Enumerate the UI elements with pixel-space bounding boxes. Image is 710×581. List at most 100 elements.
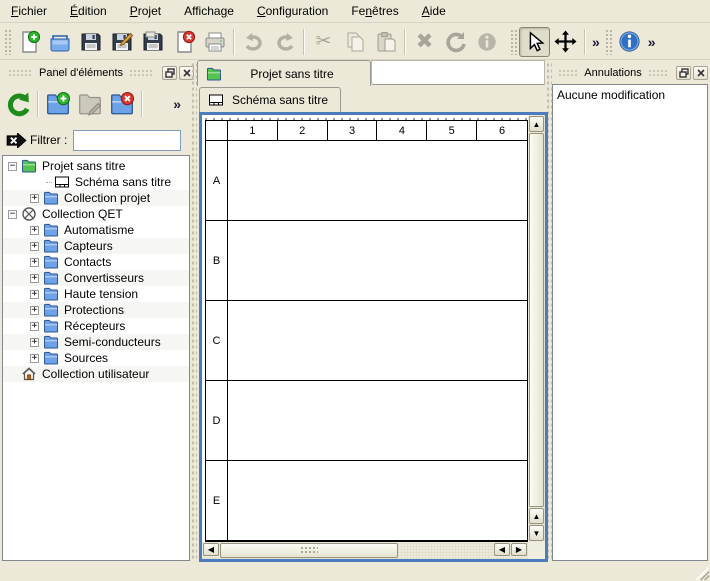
menu-fenetres[interactable]: Fenêtres xyxy=(344,2,405,20)
expand-toggle[interactable]: + xyxy=(30,274,39,283)
save-all-icon xyxy=(141,30,165,54)
elements-panel-titlebar[interactable]: Panel d'éléments xyxy=(2,63,194,82)
menu-configuration[interactable]: Configuration xyxy=(250,2,335,20)
diagram-view[interactable]: 1 2 3 4 5 6 A B C D E ▲ ▲ ▼ ◀ ◀ ▶ xyxy=(199,112,548,562)
expand-toggle[interactable]: + xyxy=(30,306,39,315)
open-project-button[interactable] xyxy=(44,27,75,57)
print-button[interactable] xyxy=(199,27,230,57)
tree-item-capteurs[interactable]: + Capteurs xyxy=(3,238,189,254)
menu-affichage[interactable]: Affichage xyxy=(177,2,241,20)
undo-panel-title: Annulations xyxy=(584,67,642,79)
edit-element-button[interactable] xyxy=(75,89,105,119)
menu-edition[interactable]: Édition xyxy=(63,2,114,20)
filter-bar: Filtrer : xyxy=(2,127,192,153)
expand-toggle[interactable]: + xyxy=(30,226,39,235)
clear-filter-button[interactable] xyxy=(3,125,29,155)
close-panel-button[interactable] xyxy=(693,66,708,80)
schema-tab[interactable]: Schéma sans titre xyxy=(199,87,341,112)
expand-toggle[interactable]: + xyxy=(30,242,39,251)
save-as-button[interactable] xyxy=(106,27,137,57)
tree-item-protections[interactable]: + Protections xyxy=(3,302,189,318)
float-panel-button[interactable] xyxy=(676,66,691,80)
toolbar-drag-handle[interactable] xyxy=(4,29,11,55)
tree-item-collection-utilisateur[interactable]: Collection utilisateur xyxy=(3,366,189,382)
tree-item-convertisseurs[interactable]: + Convertisseurs xyxy=(3,270,189,286)
undo-panel-titlebar[interactable]: Annulations xyxy=(552,63,708,82)
toolbar-overflow-chevron[interactable]: » xyxy=(589,34,603,50)
scroll-down-button[interactable]: ▼ xyxy=(529,525,544,541)
delete-element-button[interactable] xyxy=(107,89,137,119)
collapse-toggle[interactable]: − xyxy=(8,210,17,219)
tree-item-sources[interactable]: + Sources xyxy=(3,350,189,366)
new-document-icon xyxy=(17,30,41,54)
visualisation-mode-button[interactable] xyxy=(550,27,581,57)
toolbar-drag-handle[interactable] xyxy=(605,29,612,55)
float-panel-button[interactable] xyxy=(162,66,177,80)
save-button[interactable] xyxy=(75,27,106,57)
new-element-button[interactable] xyxy=(43,89,73,119)
main-toolbar: ✂ ✖ » » xyxy=(0,24,710,60)
filter-input[interactable] xyxy=(73,130,181,151)
left-splitter-handle[interactable] xyxy=(191,62,197,561)
tree-item-haute-tension[interactable]: + Haute tension xyxy=(3,286,189,302)
expand-toggle[interactable]: + xyxy=(30,194,39,203)
horizontal-scroll-thumb[interactable] xyxy=(220,543,398,558)
horizontal-scrollbar[interactable]: ◀ ◀ ▶ xyxy=(202,542,528,559)
vertical-scrollbar[interactable]: ▲ ▲ ▼ xyxy=(528,115,545,542)
scroll-up-button-2[interactable]: ▲ xyxy=(529,508,544,524)
reload-collections-button[interactable] xyxy=(3,89,33,119)
paste-button[interactable] xyxy=(370,27,401,57)
collapse-toggle[interactable]: − xyxy=(8,162,17,171)
menu-fichier[interactable]: Fichier xyxy=(4,2,54,20)
scroll-right-button[interactable]: ▶ xyxy=(511,543,527,556)
expand-toggle[interactable]: + xyxy=(30,290,39,299)
delete-button[interactable]: ✖ xyxy=(409,27,440,57)
scroll-left-button-2[interactable]: ◀ xyxy=(494,543,510,556)
panel-overflow-chevron[interactable]: » xyxy=(170,96,184,112)
menu-aide[interactable]: Aide xyxy=(415,2,453,20)
rotate-button[interactable] xyxy=(440,27,471,57)
tree-item-schema-sans-titre[interactable]: Schéma sans titre xyxy=(3,174,189,190)
undo-history-list[interactable]: Aucune modification xyxy=(552,84,708,561)
expand-toggle[interactable]: + xyxy=(30,322,39,331)
redo-button[interactable] xyxy=(269,27,300,57)
scroll-up-button[interactable]: ▲ xyxy=(529,116,544,132)
save-all-button[interactable] xyxy=(137,27,168,57)
folder-icon xyxy=(43,334,59,350)
tree-connector xyxy=(46,182,52,183)
expand-toggle[interactable]: + xyxy=(30,258,39,267)
vertical-scroll-thumb[interactable] xyxy=(529,133,544,507)
expand-toggle[interactable]: + xyxy=(30,354,39,363)
toolbar-overflow-chevron[interactable]: » xyxy=(645,34,659,50)
toolbar-separator xyxy=(233,29,235,55)
menu-projet[interactable]: Projet xyxy=(123,2,168,20)
column-label: 4 xyxy=(377,121,427,140)
selection-mode-button[interactable] xyxy=(519,27,550,57)
about-button[interactable] xyxy=(614,27,645,57)
tree-item-semi-conducteurs[interactable]: + Semi-conducteurs xyxy=(3,334,189,350)
rotate-icon xyxy=(444,30,468,54)
copy-button[interactable] xyxy=(339,27,370,57)
diagram-canvas[interactable]: 1 2 3 4 5 6 A B C D E xyxy=(202,115,528,542)
undo-list-item[interactable]: Aucune modification xyxy=(557,88,703,102)
tree-item-automatisme[interactable]: + Automatisme xyxy=(3,222,189,238)
new-project-button[interactable] xyxy=(13,27,44,57)
copy-icon xyxy=(343,30,367,54)
folder-icon xyxy=(43,350,59,366)
project-window-tab[interactable]: Projet sans titre xyxy=(197,60,371,86)
expand-toggle[interactable]: + xyxy=(30,338,39,347)
element-info-button[interactable] xyxy=(471,27,502,57)
toolbar-drag-handle[interactable] xyxy=(510,29,517,55)
undo-button[interactable] xyxy=(238,27,269,57)
cut-button[interactable]: ✂ xyxy=(308,27,339,57)
tree-item-projet-sans-titre[interactable]: − Projet sans titre xyxy=(3,158,189,174)
scroll-left-button[interactable]: ◀ xyxy=(203,543,219,556)
tree-item-collection-projet[interactable]: + Collection projet xyxy=(3,190,189,206)
window-size-grip[interactable] xyxy=(696,567,709,580)
tree-item-recepteurs[interactable]: + Récepteurs xyxy=(3,318,189,334)
close-file-button[interactable] xyxy=(168,27,199,57)
tree-item-collection-qet[interactable]: − Collection QET xyxy=(3,206,189,222)
tree-item-contacts[interactable]: + Contacts xyxy=(3,254,189,270)
info-blue-icon xyxy=(618,30,641,53)
dock-texture xyxy=(558,69,578,77)
